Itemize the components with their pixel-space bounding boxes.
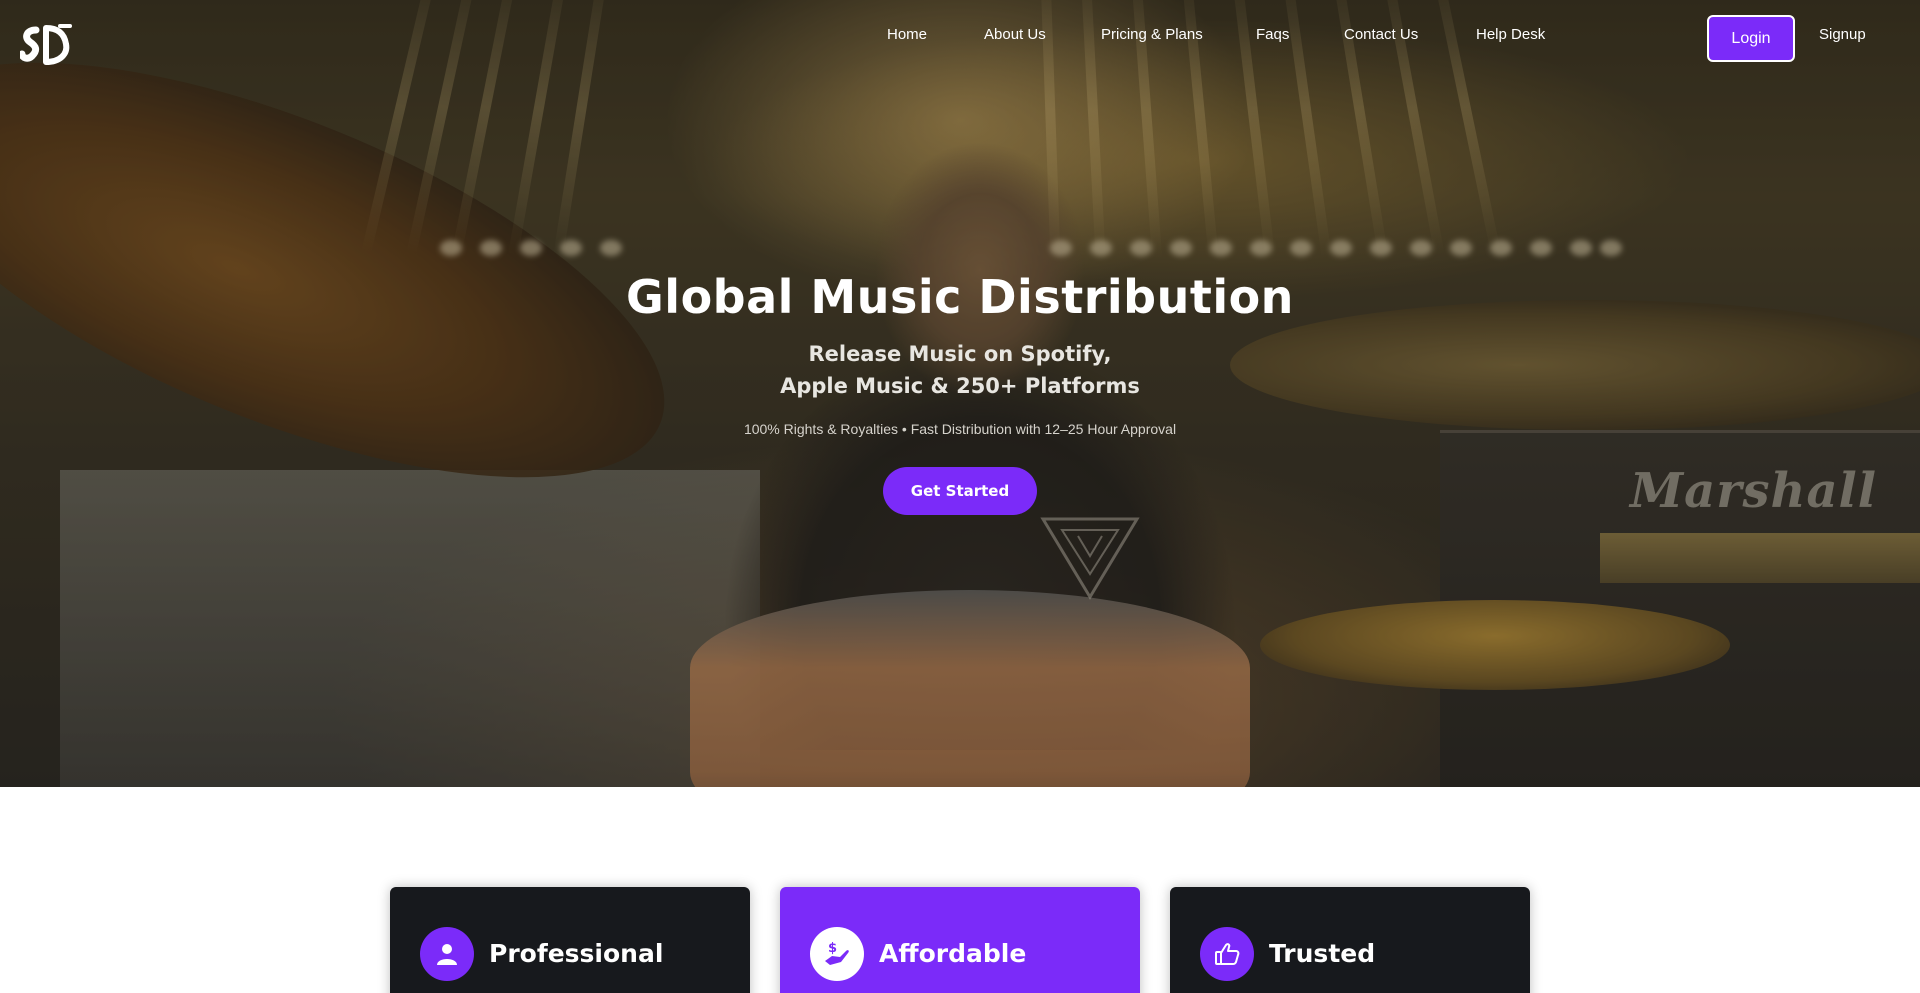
hero-subtitle-line2: Apple Music & 250+ Platforms — [780, 374, 1140, 398]
nav-about-us[interactable]: About Us — [984, 26, 1046, 43]
main-nav: Home About Us Pricing & Plans Faqs Conta… — [0, 26, 1920, 46]
nav-contact-us[interactable]: Contact Us — [1344, 26, 1418, 43]
get-started-button[interactable]: Get Started — [883, 467, 1037, 515]
signup-link[interactable]: Signup — [1819, 26, 1866, 43]
hero-title: Global Music Distribution — [626, 270, 1294, 324]
money-hand-icon: $ — [810, 927, 864, 981]
nav-pricing-plans[interactable]: Pricing & Plans — [1101, 26, 1203, 43]
feature-card-trusted[interactable]: Trusted — [1170, 887, 1530, 993]
feature-card-affordable[interactable]: $ Affordable — [780, 887, 1140, 993]
feature-card-title: Affordable — [879, 939, 1027, 968]
feature-card-professional[interactable]: Professional — [390, 887, 750, 993]
nav-home[interactable]: Home — [887, 26, 927, 43]
user-icon — [420, 927, 474, 981]
feature-card-title: Professional — [489, 939, 664, 968]
login-button[interactable]: Login — [1707, 15, 1795, 62]
svg-text:$: $ — [828, 941, 837, 956]
nav-faqs[interactable]: Faqs — [1256, 26, 1289, 43]
nav-help-desk[interactable]: Help Desk — [1476, 26, 1545, 43]
triangle-emblem-icon — [1040, 517, 1140, 600]
hero-subtitle-line1: Release Music on Spotify, — [808, 342, 1112, 366]
hero-note: 100% Rights & Royalties • Fast Distribut… — [743, 421, 1177, 437]
thumbs-up-icon — [1200, 927, 1254, 981]
feature-card-title: Trusted — [1269, 939, 1376, 968]
